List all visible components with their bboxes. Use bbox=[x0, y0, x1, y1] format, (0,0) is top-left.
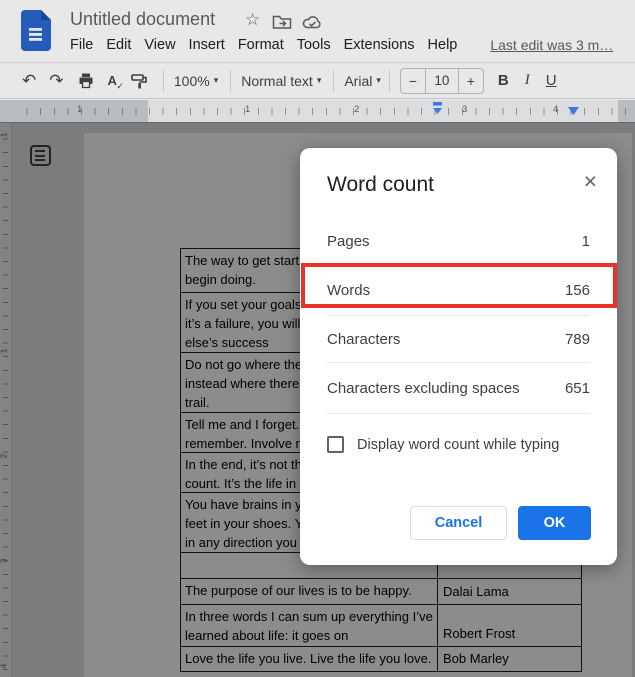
menu-insert[interactable]: Insert bbox=[189, 37, 225, 53]
dialog-buttons: Cancel OK bbox=[410, 506, 591, 540]
font-size-stepper: − 10 + bbox=[399, 67, 484, 94]
ruler-mark: 3 bbox=[462, 104, 468, 115]
quote-line: Love the life you live. Live the life yo… bbox=[185, 651, 432, 666]
stat-value: 789 bbox=[564, 330, 590, 348]
vertical-ruler-ticks bbox=[3, 126, 8, 673]
redo-icon[interactable]: ↷ bbox=[49, 72, 63, 89]
author-cell[interactable]: Bob Marley bbox=[438, 647, 581, 671]
google-docs-logo[interactable] bbox=[21, 10, 51, 51]
app-chrome: Untitled document ☆ File Edit View Inser… bbox=[0, 0, 635, 123]
stat-label: Words bbox=[327, 282, 371, 299]
last-edit-link[interactable]: Last edit was 3 m… bbox=[490, 37, 613, 53]
font-select[interactable]: Arial bbox=[344, 73, 372, 89]
spellcheck-icon[interactable]: A ✓ bbox=[108, 74, 124, 91]
display-while-typing-option[interactable]: Display word count while typing bbox=[327, 436, 559, 453]
table-row[interactable]: Love the life you live. Live the life yo… bbox=[181, 647, 581, 671]
word-count-dialog: Word count × Pages 1 Words 156 Character… bbox=[300, 148, 617, 565]
author-cell[interactable]: Robert Frost bbox=[438, 605, 581, 646]
stat-row-words: Words 156 bbox=[327, 266, 590, 316]
document-title[interactable]: Untitled document bbox=[70, 9, 215, 30]
menu-file[interactable]: File bbox=[70, 37, 93, 53]
checkbox-label: Display word count while typing bbox=[357, 436, 560, 453]
stat-row-characters-excl: Characters excluding spaces 651 bbox=[327, 363, 590, 414]
cloud-saved-icon bbox=[302, 16, 321, 29]
ruler-mark: 1 bbox=[77, 104, 83, 115]
paragraph-style-select[interactable]: Normal text bbox=[241, 73, 313, 89]
document-outline-icon[interactable] bbox=[30, 145, 51, 166]
right-indent-marker-icon[interactable] bbox=[567, 106, 580, 116]
ruler-ticks bbox=[14, 108, 629, 115]
quote-line: In three words I can sum up everything I… bbox=[185, 609, 433, 624]
spellcheck-check: ✓ bbox=[116, 81, 124, 91]
chevron-down-icon: ▾ bbox=[376, 75, 381, 85]
ruler-mark: 1 bbox=[0, 349, 8, 354]
ok-button[interactable]: OK bbox=[518, 506, 591, 540]
toolbar-divider bbox=[230, 69, 232, 92]
toolbar: ↶ ↷ A ✓ 100% ▾ Normal text ▾ Arial ▾ − 1… bbox=[0, 62, 635, 99]
quote-cell[interactable]: In three words I can sum up everything I… bbox=[181, 605, 438, 646]
chevron-down-icon: ▾ bbox=[316, 75, 322, 85]
google-docs-app: Untitled document ☆ File Edit View Inser… bbox=[0, 0, 635, 677]
move-folder-icon[interactable] bbox=[272, 14, 292, 30]
increase-font-button[interactable]: + bbox=[459, 73, 483, 89]
menu-edit[interactable]: Edit bbox=[106, 37, 131, 53]
ruler-mark: 4 bbox=[553, 104, 559, 115]
toolbar-divider bbox=[388, 69, 390, 92]
dialog-title: Word count bbox=[327, 173, 434, 196]
ruler-mark: 2 bbox=[354, 104, 360, 115]
paint-format-icon[interactable] bbox=[130, 72, 148, 90]
print-icon[interactable] bbox=[77, 72, 95, 90]
vertical-ruler[interactable]: 1 1 2 3 4 bbox=[0, 122, 12, 677]
undo-icon[interactable]: ↶ bbox=[22, 72, 36, 89]
menu-format[interactable]: Format bbox=[238, 37, 284, 53]
bold-button[interactable]: B bbox=[498, 72, 509, 89]
quote-cell[interactable]: Love the life you live. Live the life yo… bbox=[181, 647, 438, 671]
indent-marker-icon[interactable] bbox=[431, 102, 444, 118]
ruler-mark: 2 bbox=[0, 454, 8, 459]
quote-line: learned about life: it goes on bbox=[185, 628, 349, 643]
star-icon[interactable]: ☆ bbox=[245, 11, 260, 28]
menu-help[interactable]: Help bbox=[428, 37, 458, 53]
quote-cell[interactable]: The purpose of our lives is to be happy. bbox=[181, 579, 438, 604]
close-icon[interactable]: × bbox=[584, 170, 597, 193]
stat-row-pages: Pages 1 bbox=[327, 217, 590, 266]
ruler-mark: 4 bbox=[0, 664, 8, 669]
stat-value: 651 bbox=[564, 379, 590, 397]
menu-view[interactable]: View bbox=[144, 37, 175, 53]
table-row[interactable]: The purpose of our lives is to be happy.… bbox=[181, 579, 581, 605]
toolbar-divider bbox=[333, 69, 335, 92]
quote-line: The purpose of our lives is to be happy. bbox=[185, 583, 412, 598]
menu-bar: File Edit View Insert Format Tools Exten… bbox=[70, 37, 613, 53]
italic-button[interactable]: I bbox=[525, 72, 530, 89]
stat-label: Pages bbox=[327, 232, 370, 250]
menu-extensions[interactable]: Extensions bbox=[344, 37, 415, 53]
header: Untitled document ☆ File Edit View Inser… bbox=[0, 0, 635, 62]
stat-label: Characters bbox=[327, 330, 401, 348]
cancel-button[interactable]: Cancel bbox=[410, 506, 507, 540]
zoom-select[interactable]: 100% bbox=[174, 73, 210, 89]
table-row[interactable]: In three words I can sum up everything I… bbox=[181, 605, 581, 647]
stat-row-characters: Characters 789 bbox=[327, 316, 590, 363]
decrease-font-button[interactable]: − bbox=[401, 73, 425, 89]
author-cell[interactable]: Dalai Lama bbox=[438, 579, 581, 604]
word-count-stats: Pages 1 Words 156 Characters 789 Charact… bbox=[327, 217, 590, 414]
chevron-down-icon: ▾ bbox=[213, 75, 219, 85]
menu-tools[interactable]: Tools bbox=[297, 37, 331, 53]
stat-label: Characters excluding spaces bbox=[327, 379, 520, 397]
checkbox[interactable] bbox=[327, 436, 344, 453]
ruler-mark: 1 bbox=[245, 104, 251, 115]
underline-button[interactable]: U bbox=[546, 72, 557, 89]
font-size-value[interactable]: 10 bbox=[424, 68, 459, 93]
toolbar-divider bbox=[162, 69, 164, 92]
ruler-mark: 3 bbox=[0, 559, 8, 564]
stat-value: 156 bbox=[564, 282, 590, 299]
ruler-mark: 1 bbox=[0, 133, 8, 138]
horizontal-ruler[interactable]: 1 1 2 3 4 bbox=[0, 100, 635, 123]
stat-value: 1 bbox=[581, 232, 590, 250]
